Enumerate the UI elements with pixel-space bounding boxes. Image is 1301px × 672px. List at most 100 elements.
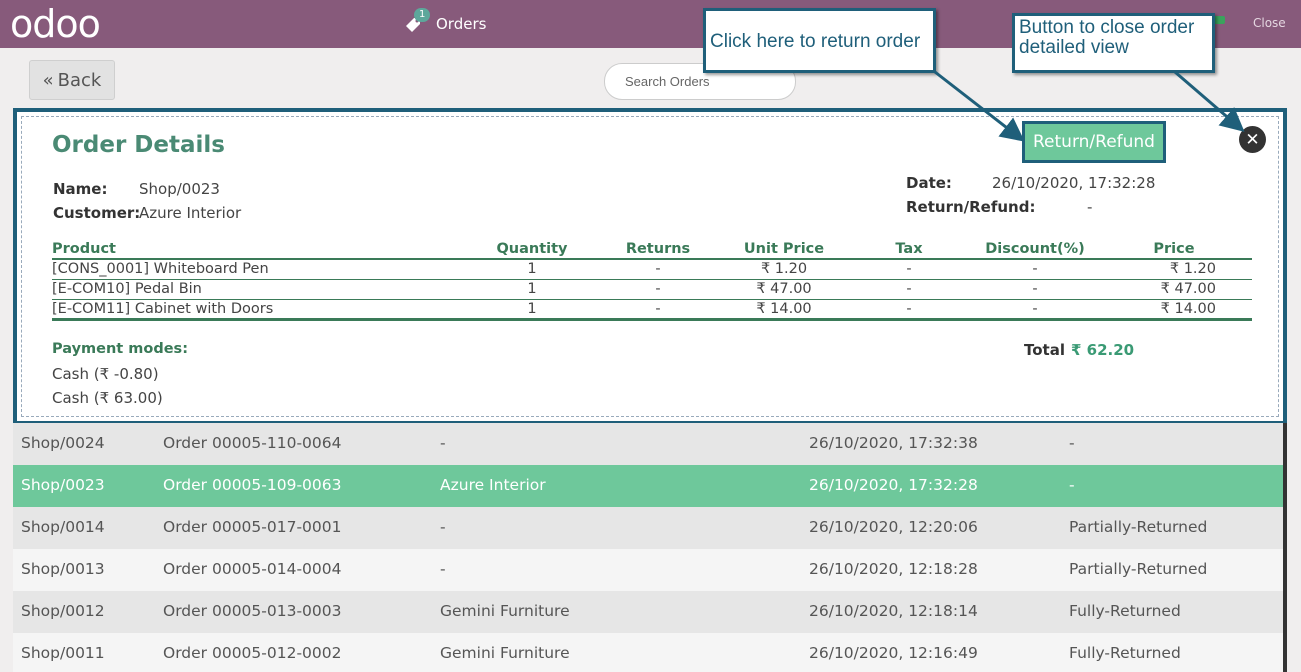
line-discount: -: [974, 259, 1096, 280]
order-line-row: [E-COM11] Cabinet with Doors 1 - ₹ 14.00…: [52, 299, 1252, 321]
back-button[interactable]: « Back: [29, 60, 115, 100]
order-receipt: Order 00005-013-0003: [163, 602, 342, 620]
order-customer: Azure Interior: [440, 476, 546, 494]
line-quantity: 1: [472, 299, 592, 321]
total-label: Total: [1024, 341, 1065, 359]
line-unit-price: ₹ 14.00: [724, 299, 844, 321]
line-price: ₹ 47.00: [1096, 279, 1252, 300]
order-customer: -: [440, 434, 446, 452]
return-refund-field: Return/Refund:: [906, 198, 1035, 216]
order-return-status: -: [1069, 476, 1075, 494]
tag-icon: 1: [404, 8, 431, 34]
total-value: ₹ 62.20: [1071, 341, 1135, 359]
line-product: [CONS_0001] Whiteboard Pen: [52, 259, 472, 280]
date-label: Date:: [906, 174, 952, 192]
line-product: [E-COM11] Cabinet with Doors: [52, 299, 472, 321]
order-ref: Shop/0011: [21, 644, 105, 662]
order-lines-table: Product Quantity Returns Unit Price Tax …: [52, 239, 1252, 321]
line-price: ₹ 1.20: [1096, 259, 1252, 280]
order-date: 26/10/2020, 12:16:49: [809, 644, 978, 662]
line-discount: -: [974, 279, 1096, 300]
name-value: Shop/0023: [139, 180, 220, 198]
orders-tab-label: Orders: [436, 15, 487, 33]
line-tax: -: [844, 279, 974, 300]
customer-field: Customer:: [53, 204, 140, 222]
name-field: Name:: [53, 180, 107, 198]
orders-count-badge: 1: [414, 8, 431, 22]
odoo-logo: odoo: [10, 2, 101, 46]
return-refund-button[interactable]: Return/Refund: [1022, 121, 1166, 163]
order-row[interactable]: Shop/0012 Order 00005-013-0003 Gemini Fu…: [13, 591, 1283, 633]
line-unit-price: ₹ 47.00: [724, 279, 844, 300]
order-customer: -: [440, 518, 446, 536]
name-label: Name:: [53, 180, 108, 198]
return-refund-value: -: [1087, 198, 1093, 216]
order-return-status: Partially-Returned: [1069, 518, 1208, 536]
customer-label: Customer:: [53, 204, 141, 222]
order-receipt: Order 00005-109-0063: [163, 476, 342, 494]
column-header-unit-price: Unit Price: [724, 239, 844, 260]
back-button-label: Back: [57, 69, 102, 91]
order-details-title: Order Details: [52, 132, 225, 158]
column-header-price: Price: [1096, 239, 1252, 260]
customer-value: Azure Interior: [139, 204, 242, 222]
column-header-product: Product: [52, 239, 472, 260]
order-customer: Gemini Furniture: [440, 602, 570, 620]
date-value: 26/10/2020, 17:32:28: [992, 174, 1156, 192]
order-return-status: Fully-Returned: [1069, 602, 1181, 620]
order-ref: Shop/0013: [21, 560, 105, 578]
order-ref: Shop/0023: [21, 476, 105, 494]
line-discount: -: [974, 299, 1096, 321]
order-date: 26/10/2020, 12:20:06: [809, 518, 978, 536]
order-date: 26/10/2020, 12:18:28: [809, 560, 978, 578]
order-row[interactable]: Shop/0024 Order 00005-110-0064 - 26/10/2…: [13, 423, 1283, 465]
double-chevron-left-icon: «: [42, 69, 54, 91]
line-tax: -: [844, 259, 974, 280]
order-return-status: Partially-Returned: [1069, 560, 1208, 578]
orders-list-scrollbar[interactable]: [1283, 423, 1287, 672]
date-field: Date:: [906, 174, 952, 192]
order-date: 26/10/2020, 12:18:14: [809, 602, 978, 620]
column-header-tax: Tax: [844, 239, 974, 260]
order-receipt: Order 00005-110-0064: [163, 434, 342, 452]
order-return-status: -: [1069, 434, 1075, 452]
order-receipt: Order 00005-014-0004: [163, 560, 342, 578]
column-header-discount: Discount(%): [974, 239, 1096, 260]
order-ref: Shop/0012: [21, 602, 105, 620]
line-returns: -: [592, 259, 724, 280]
close-icon[interactable]: ✕: [1239, 126, 1266, 153]
line-unit-price: ₹ 1.20: [724, 259, 844, 280]
order-row-selected[interactable]: Shop/0023 Order 00005-109-0063 Azure Int…: [13, 465, 1283, 507]
order-ref: Shop/0014: [21, 518, 105, 536]
return-refund-label: Return/Refund:: [906, 198, 1036, 216]
payment-line: Cash (₹ -0.80): [52, 365, 159, 383]
line-price: ₹ 14.00: [1096, 299, 1252, 321]
orders-tab[interactable]: 1 Orders: [404, 8, 487, 38]
order-lines-header: Product Quantity Returns Unit Price Tax …: [52, 239, 1252, 260]
orders-list: Shop/0024 Order 00005-110-0064 - 26/10/2…: [13, 423, 1283, 672]
order-receipt: Order 00005-017-0001: [163, 518, 342, 536]
line-returns: -: [592, 279, 724, 300]
order-customer: Gemini Furniture: [440, 644, 570, 662]
order-line-row: [E-COM10] Pedal Bin 1 - ₹ 47.00 - - ₹ 47…: [52, 279, 1252, 300]
order-details-panel: Order Details Name: Shop/0023 Customer: …: [13, 108, 1287, 425]
order-customer: -: [440, 560, 446, 578]
order-date: 26/10/2020, 17:32:28: [809, 476, 978, 494]
line-tax: -: [844, 299, 974, 321]
line-product: [E-COM10] Pedal Bin: [52, 279, 472, 300]
order-row[interactable]: Shop/0013 Order 00005-014-0004 - 26/10/2…: [13, 549, 1283, 591]
order-line-row: [CONS_0001] Whiteboard Pen 1 - ₹ 1.20 - …: [52, 259, 1252, 280]
column-header-quantity: Quantity: [472, 239, 592, 260]
close-view-callout: Button to close order detailed view: [1012, 13, 1215, 73]
close-session-button[interactable]: Close: [1253, 16, 1286, 30]
order-date: 26/10/2020, 17:32:38: [809, 434, 978, 452]
order-row[interactable]: Shop/0014 Order 00005-017-0001 - 26/10/2…: [13, 507, 1283, 549]
order-return-status: Fully-Returned: [1069, 644, 1181, 662]
order-ref: Shop/0024: [21, 434, 105, 452]
order-receipt: Order 00005-012-0002: [163, 644, 342, 662]
payment-line: Cash (₹ 63.00): [52, 389, 163, 407]
line-quantity: 1: [472, 279, 592, 300]
line-quantity: 1: [472, 259, 592, 280]
order-row[interactable]: Shop/0011 Order 00005-012-0002 Gemini Fu…: [13, 633, 1283, 672]
column-header-returns: Returns: [592, 239, 724, 260]
